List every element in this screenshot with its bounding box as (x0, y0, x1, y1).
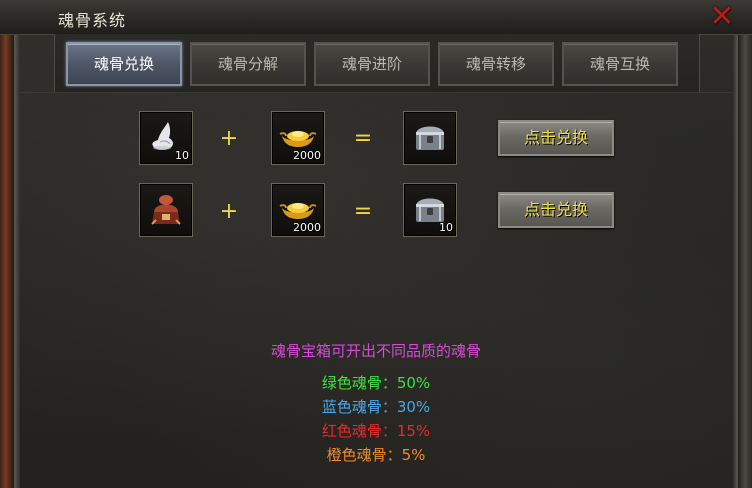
tab-swap[interactable]: 魂骨互换 (562, 42, 678, 86)
recipe1-plus: + (219, 126, 239, 151)
title-bar: 魂骨系统 ✕ (0, 0, 752, 35)
close-icon[interactable]: ✕ (705, 2, 739, 32)
soul-bone-window: 魂骨系统 ✕ 魂骨兑换 魂骨分解 魂骨进阶 魂骨转移 魂骨互换 10 + 200… (0, 0, 752, 488)
tab-advance[interactable]: 魂骨进阶 (314, 42, 430, 86)
recipe1-input1-slot[interactable]: 10 (139, 111, 193, 165)
rate-green: 绿色魂骨：50% (321, 374, 431, 392)
recipe1-output-slot[interactable] (403, 111, 457, 165)
soul-bone-chest-icon (151, 195, 181, 225)
tab-transfer[interactable]: 魂骨转移 (438, 42, 554, 86)
recipe2-output-slot[interactable]: 10 (403, 183, 457, 237)
divider (20, 92, 733, 93)
recipe2-output-qty: 10 (439, 221, 453, 234)
recipe2-exchange-button[interactable]: 点击兑换 (498, 192, 614, 228)
recipe1-input2-qty: 2000 (293, 149, 321, 162)
silver-chest-icon (416, 126, 444, 150)
recipe2-input1-slot[interactable] (139, 183, 193, 237)
window-title: 魂骨系统 (58, 11, 127, 30)
rate-red: 红色魂骨：15% (321, 422, 431, 440)
tab-exchange[interactable]: 魂骨兑换 (66, 42, 182, 86)
recipe1-input2-slot[interactable]: 2000 (271, 111, 325, 165)
recipe2-plus: + (219, 199, 239, 224)
rate-orange: 橙色魂骨：5% (326, 446, 426, 464)
recipe2-equals: = (353, 199, 373, 224)
recipe1-input1-qty: 10 (175, 149, 189, 162)
chest-info-headline: 魂骨宝箱可开出不同品质的魂骨 (270, 342, 481, 360)
rate-blue: 蓝色魂骨：30% (321, 398, 431, 416)
recipe2-input2-qty: 2000 (293, 221, 321, 234)
tab-decompose[interactable]: 魂骨分解 (190, 42, 306, 86)
recipe1-exchange-button[interactable]: 点击兑换 (498, 120, 614, 156)
recipe2-input2-slot[interactable]: 2000 (271, 183, 325, 237)
recipe1-equals: = (353, 126, 373, 151)
